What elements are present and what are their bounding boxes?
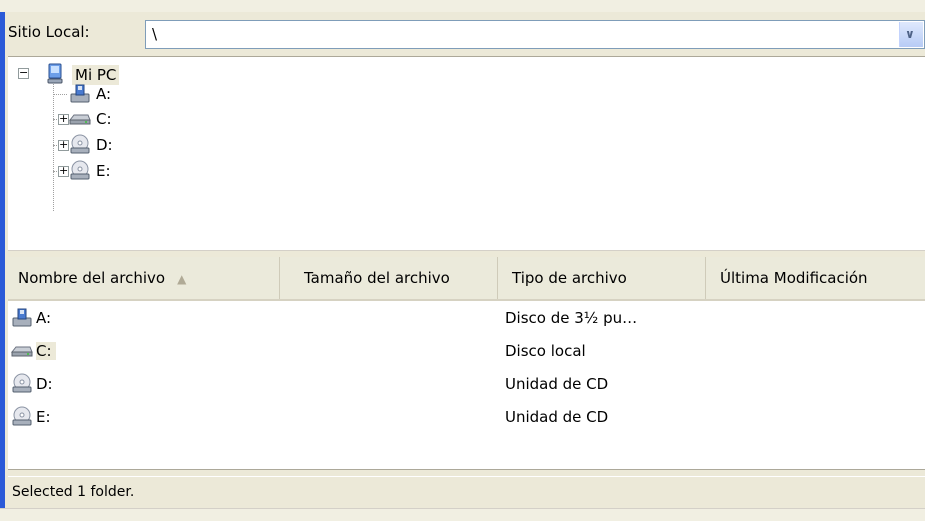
- file-type: Unidad de CD: [505, 375, 609, 393]
- file-name: E:: [36, 408, 51, 426]
- sort-ascending-icon: ▲: [177, 272, 187, 286]
- path-dropdown-button[interactable]: ∨: [899, 22, 923, 47]
- file-type: Disco local: [505, 342, 586, 360]
- list-item-d-drive[interactable]: D: Unidad de CD: [8, 369, 925, 402]
- tree-item-label: C:: [96, 110, 112, 128]
- cd-drive-icon: [12, 373, 32, 393]
- hard-drive-icon: [68, 114, 91, 125]
- local-site-bar: Sitio Local: \ ∨: [8, 18, 925, 53]
- tree-collapse-toggle[interactable]: −: [18, 66, 29, 79]
- floppy-drive-icon: [70, 84, 90, 103]
- status-bar: Selected 1 folder.: [8, 476, 925, 509]
- bottom-frame-edge: [0, 508, 925, 521]
- local-path-combobox[interactable]: \ ∨: [145, 20, 925, 49]
- tree-item-c-drive[interactable]: C:: [68, 107, 218, 133]
- list-item-e-drive[interactable]: E: Unidad de CD: [8, 402, 925, 435]
- file-list[interactable]: Nombre del archivo ▲ Tamaño del archivo T…: [8, 257, 925, 469]
- file-name: C:: [36, 342, 56, 360]
- status-text: Selected 1 folder.: [12, 484, 135, 500]
- hard-drive-icon: [10, 346, 33, 357]
- chevron-down-icon: ∨: [905, 27, 915, 41]
- cd-drive-icon: [12, 406, 32, 426]
- list-header: Nombre del archivo ▲ Tamaño del archivo T…: [8, 257, 925, 301]
- local-site-label: Sitio Local:: [8, 23, 90, 41]
- tree-item-label: D:: [96, 136, 113, 154]
- file-type: Disco de 3½ pu…: [505, 309, 638, 327]
- cd-drive-icon: [70, 134, 90, 154]
- file-name: D:: [36, 375, 53, 393]
- local-path-value[interactable]: \: [152, 25, 157, 43]
- column-header-size[interactable]: Tamaño del archivo: [280, 257, 498, 299]
- file-type: Unidad de CD: [505, 408, 609, 426]
- column-header-type[interactable]: Tipo de archivo: [498, 257, 706, 299]
- column-header-modified[interactable]: Última Modificación: [706, 257, 925, 299]
- column-label: Tamaño del archivo: [304, 269, 450, 287]
- tree-item-a-drive[interactable]: A:: [68, 82, 218, 108]
- column-label: Última Modificación: [720, 269, 868, 287]
- directory-tree[interactable]: − Mi PC A: + C: + D: + E:: [8, 56, 925, 251]
- column-label: Nombre del archivo: [18, 269, 166, 287]
- cd-drive-icon: [70, 160, 90, 180]
- tree-item-label: E:: [96, 162, 111, 180]
- file-name: A:: [36, 309, 52, 327]
- tree-item-label: A:: [96, 85, 112, 103]
- list-item-a-drive[interactable]: A: Disco de 3½ pu…: [8, 303, 925, 336]
- tree-item-d-drive[interactable]: D:: [68, 133, 218, 159]
- my-computer-icon: [47, 63, 63, 84]
- list-item-c-drive[interactable]: C: Disco local: [8, 336, 925, 369]
- column-header-name[interactable]: Nombre del archivo ▲: [8, 257, 280, 299]
- list-bottom-border: [8, 469, 925, 476]
- column-label: Tipo de archivo: [512, 269, 627, 287]
- tree-item-e-drive[interactable]: E:: [68, 159, 218, 185]
- floppy-drive-icon: [12, 308, 32, 327]
